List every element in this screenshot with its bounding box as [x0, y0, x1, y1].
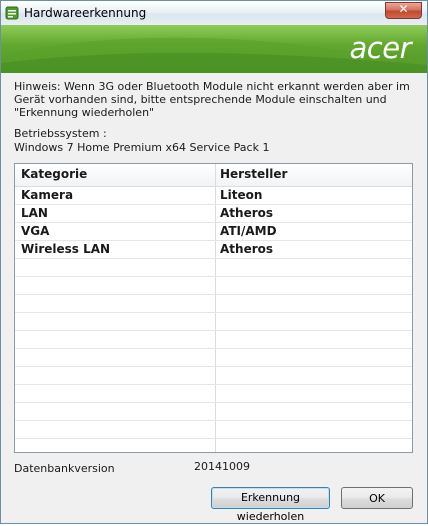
empty-table-row — [15, 277, 412, 295]
window-title: Hardwareerkennung — [24, 6, 147, 20]
redo-detection-button[interactable]: Erkennung wiederholen — [211, 487, 330, 523]
empty-table-row — [15, 331, 412, 349]
acer-banner: acer — [1, 25, 427, 73]
close-icon: ✕ — [398, 2, 409, 16]
empty-table-row — [15, 295, 412, 313]
cell-category: Wireless LAN — [21, 242, 111, 256]
hardware-table[interactable]: Kategorie Hersteller Kamera Liteon LAN A… — [14, 163, 413, 453]
database-version-label: Datenbankversion — [14, 462, 115, 475]
table-row[interactable]: LAN Atheros — [15, 205, 412, 223]
table-row[interactable]: Kamera Liteon — [15, 187, 412, 205]
empty-table-row — [15, 349, 412, 367]
empty-table-row — [15, 421, 412, 439]
empty-table-row — [15, 367, 412, 385]
hardware-detection-window: Hardwareerkennung ✕ acer Hinweis: Wenn 3… — [0, 0, 428, 524]
table-body: Kamera Liteon LAN Atheros VGA ATI/AMD Wi… — [15, 187, 412, 452]
close-button[interactable]: ✕ — [385, 2, 422, 19]
empty-table-row — [15, 439, 412, 452]
ok-button[interactable]: OK — [341, 487, 413, 509]
app-icon — [5, 6, 19, 20]
hint-text: Hinweis: Wenn 3G oder Bluetooth Module n… — [14, 80, 410, 119]
title-bar[interactable]: Hardwareerkennung ✕ — [1, 1, 427, 25]
empty-table-row — [15, 259, 412, 277]
empty-table-row — [15, 403, 412, 421]
table-row[interactable]: Wireless LAN Atheros — [15, 241, 412, 259]
database-version-value: 20141009 — [194, 460, 250, 473]
cell-category: LAN — [21, 206, 48, 220]
empty-table-row — [15, 385, 412, 403]
cell-manufacturer: Atheros — [220, 206, 274, 220]
cell-manufacturer: Atheros — [220, 242, 274, 256]
cell-category: Kamera — [21, 188, 74, 202]
empty-table-row — [15, 313, 412, 331]
cell-manufacturer: ATI/AMD — [220, 224, 277, 238]
cell-category: VGA — [21, 224, 50, 238]
os-label: Betriebssystem : — [14, 127, 107, 140]
column-header-manufacturer[interactable]: Hersteller — [220, 167, 287, 181]
column-header-category[interactable]: Kategorie — [21, 167, 87, 181]
table-row[interactable]: VGA ATI/AMD — [15, 223, 412, 241]
acer-logo: acer — [349, 31, 412, 65]
table-header: Kategorie Hersteller — [15, 164, 412, 187]
os-value: Windows 7 Home Premium x64 Service Pack … — [14, 141, 270, 154]
cell-manufacturer: Liteon — [220, 188, 263, 202]
